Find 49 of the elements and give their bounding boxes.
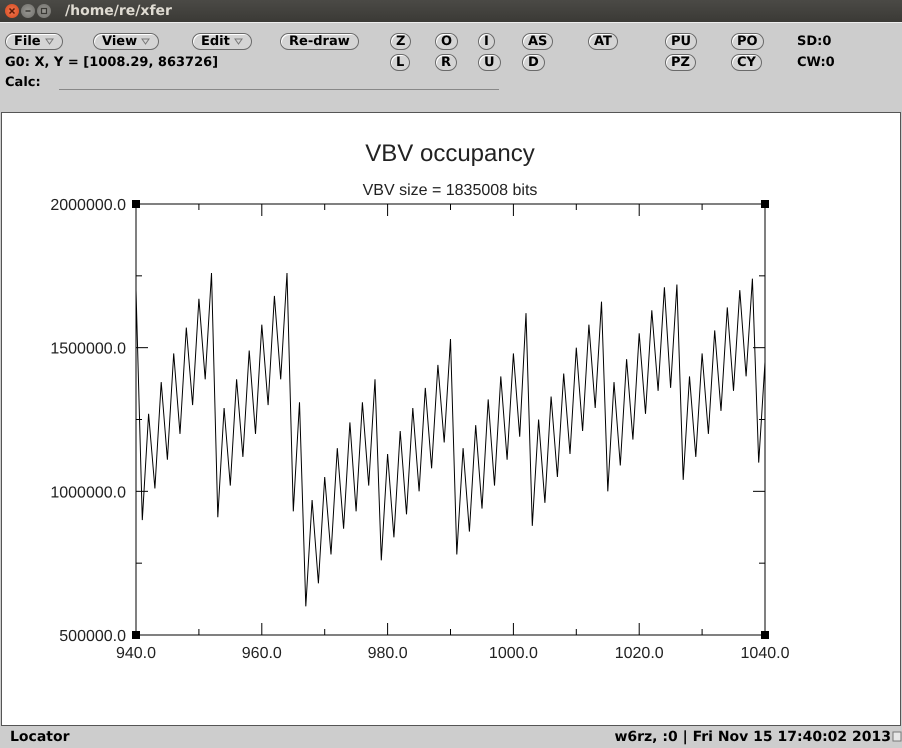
menu-button[interactable]: File: [5, 33, 63, 50]
menu-button[interactable]: Edit: [192, 33, 252, 50]
menu-button[interactable]: View: [93, 33, 160, 50]
maximize-icon: [40, 7, 48, 15]
y-tick-label: 1500000.0: [50, 340, 126, 358]
toolbar-button[interactable]: CY: [731, 54, 762, 70]
close-icon: [8, 7, 16, 15]
window-title: /home/re/xfer: [65, 3, 172, 19]
corner-handle[interactable]: [132, 631, 140, 639]
chart-title: VBV occupancy: [365, 140, 535, 167]
dropdown-caret-icon: [234, 38, 243, 45]
toolbar-button[interactable]: PZ: [665, 54, 696, 70]
x-tick-label: 1040.0: [740, 645, 790, 662]
toolbar-button[interactable]: I: [478, 33, 495, 50]
y-tick-label: 2000000.0: [50, 197, 126, 214]
status-text: w6rz, :0 | Fri Nov 15 17:40:02 2013: [614, 728, 891, 744]
x-tick-label: 1020.0: [614, 645, 664, 662]
chart-subtitle: VBV size = 1835008 bits: [362, 182, 538, 199]
corner-handle[interactable]: [761, 200, 769, 208]
dropdown-caret-icon: [141, 38, 150, 45]
toolbar-button[interactable]: PO: [731, 33, 764, 50]
cursor-readout: G0: X, Y = [1008.29, 863726]: [5, 54, 220, 70]
toolbar-button[interactable]: D: [522, 54, 545, 70]
toolbar-button[interactable]: AS: [522, 33, 554, 50]
toolbar-button[interactable]: Re-draw: [280, 33, 359, 50]
toolbar-button[interactable]: R: [435, 54, 458, 70]
status-readout: SD:0: [797, 34, 832, 49]
toolbar-button[interactable]: PU: [665, 33, 698, 50]
x-tick-label: 1000.0: [488, 645, 538, 662]
status-readout: CW:0: [797, 54, 836, 70]
close-button[interactable]: [5, 4, 19, 18]
minimize-button[interactable]: [21, 4, 35, 18]
x-tick-label: 960.0: [242, 645, 282, 662]
dropdown-caret-icon: [44, 38, 54, 45]
y-tick-label: 1000000.0: [50, 484, 126, 502]
toolbar-button[interactable]: O: [435, 33, 458, 50]
toolbar-button[interactable]: L: [390, 54, 410, 70]
x-tick-label: 940.0: [116, 645, 156, 662]
toolbar-button[interactable]: U: [478, 54, 501, 70]
toolbar-button[interactable]: AT: [588, 33, 618, 50]
toolbar-button[interactable]: Z: [390, 33, 412, 50]
status-text: Locator: [10, 728, 70, 744]
corner-handle[interactable]: [132, 200, 140, 208]
maximize-button[interactable]: [37, 4, 51, 18]
corner-handle[interactable]: [761, 631, 769, 639]
resize-grip-icon[interactable]: [892, 731, 902, 742]
y-tick-label: 500000.0: [59, 628, 126, 645]
x-tick-label: 980.0: [368, 645, 408, 662]
calc-label: Calc:: [5, 74, 41, 90]
